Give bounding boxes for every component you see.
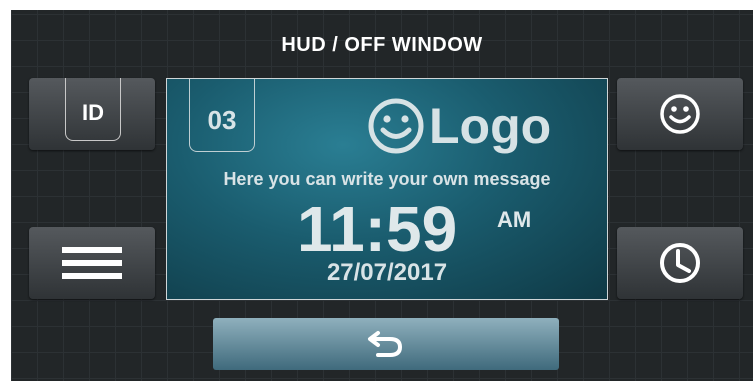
display-panel: 03 Logo Here you can write your own mess… [166,78,608,300]
smiley-button[interactable] [617,78,743,150]
clock-date: 27/07/2017 [326,259,448,286]
hud-off-screen: HUD / OFF WINDOW ID 03 Logo Here you can… [11,10,753,381]
clock-ampm: AM [497,207,532,232]
menu-button[interactable] [29,227,155,299]
custom-message: Here you can write your own message [223,169,551,189]
id-tab: ID [65,78,121,141]
back-button[interactable] [213,318,559,370]
window-title: HUD / OFF WINDOW [281,34,483,56]
id-button[interactable]: ID [29,78,155,150]
number-tab: 03 [189,79,255,152]
clock-icon [660,243,700,283]
panel-number: 03 [207,104,237,135]
logo-smiley-icon [368,98,424,154]
logo: Logo [367,91,551,161]
id-label: ID [82,100,104,125]
hamburger-menu-icon [62,247,122,279]
smiley-icon [660,94,700,134]
clock-button[interactable] [617,227,743,299]
return-arrow-icon [368,331,403,357]
clock-time: 11:59 [297,193,458,265]
logo-text: Logo [429,98,552,154]
